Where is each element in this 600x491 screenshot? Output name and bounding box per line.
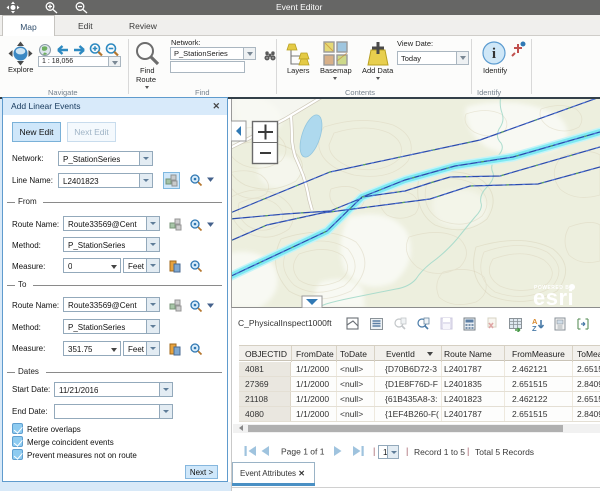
svg-text:Z: Z xyxy=(532,324,537,332)
svg-text:i: i xyxy=(492,46,496,62)
svg-text:esri: esri xyxy=(533,285,574,308)
svg-text:Page 1 of 1: Page 1 of 1 xyxy=(281,447,325,457)
